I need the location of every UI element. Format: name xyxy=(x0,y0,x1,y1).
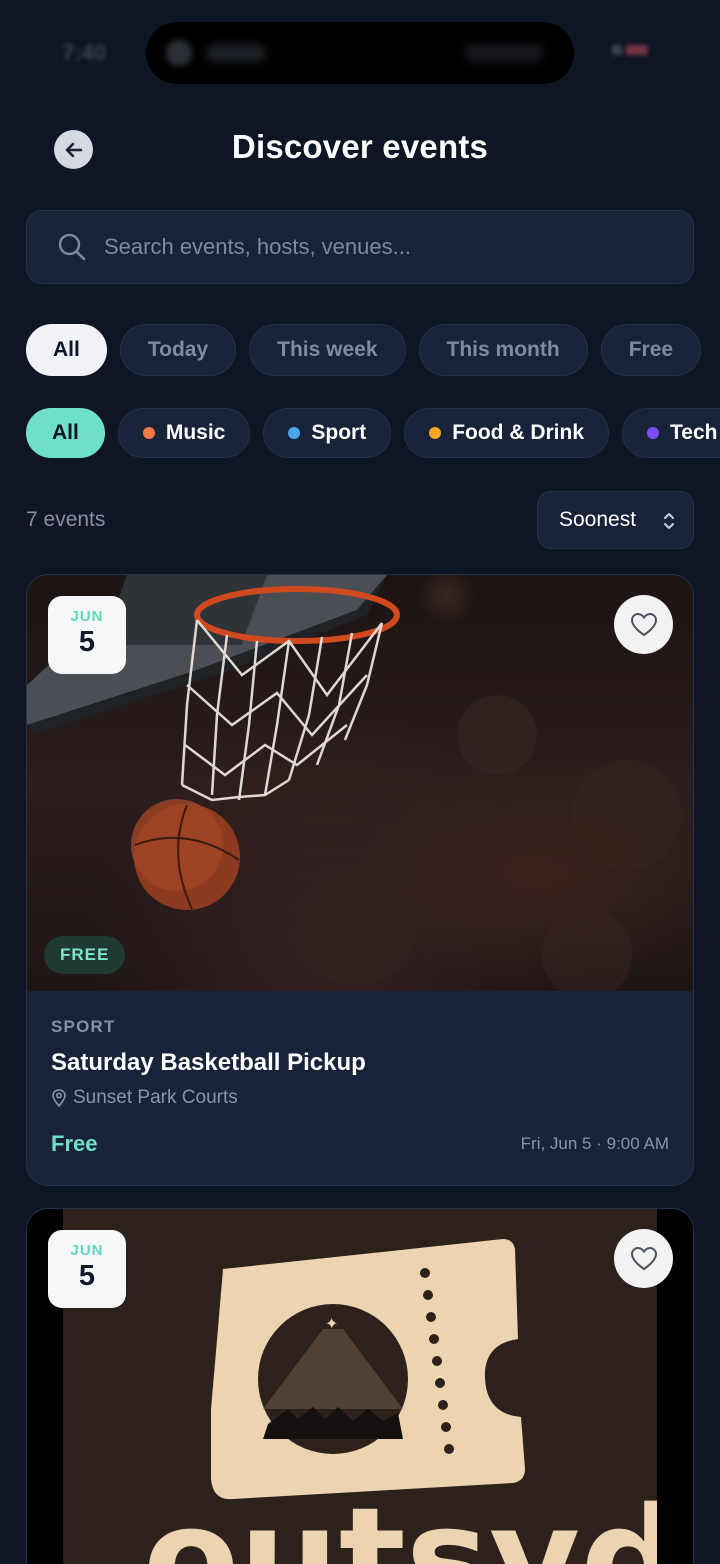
time-chip-all[interactable]: All xyxy=(26,324,107,376)
category-chip-all[interactable]: All xyxy=(26,408,105,458)
tech-dot-icon xyxy=(647,427,660,439)
location-pin-icon xyxy=(51,1089,67,1107)
time-filter-row: All Today This week This month Free xyxy=(26,324,702,376)
basketball-hoop-illustration xyxy=(27,575,682,991)
page-title: Discover events xyxy=(231,128,489,165)
event-image: JUN 5 FREE xyxy=(27,575,693,991)
category-chip-music[interactable]: Music xyxy=(117,408,251,458)
time-chip-free[interactable]: Free xyxy=(600,324,702,376)
date-badge: JUN 5 xyxy=(48,1230,126,1308)
time-chip-this-week[interactable]: This week xyxy=(249,324,406,376)
sort-chevron-icon xyxy=(664,513,674,529)
category-chip-tech[interactable]: Tech xyxy=(622,408,720,458)
svg-text:✦: ✦ xyxy=(325,1314,338,1333)
category-chip-label: Tech xyxy=(670,421,718,444)
dynamic-island xyxy=(146,22,574,84)
event-datetime: Fri, Jun 5 · 9:00 AM xyxy=(520,1134,669,1153)
status-bar: 7:40 xyxy=(0,0,720,100)
category-chip-food-drink[interactable]: Food & Drink xyxy=(404,408,610,458)
date-month: JUN xyxy=(70,1242,104,1259)
date-day: 5 xyxy=(78,626,96,658)
category-chip-label: Food & Drink xyxy=(452,421,585,444)
island-indicator xyxy=(166,40,192,66)
events-count: 7 events xyxy=(26,508,106,531)
food-drink-dot-icon xyxy=(429,427,442,439)
island-indicator xyxy=(206,44,266,62)
heart-icon xyxy=(630,612,657,636)
event-venue-label: Sunset Park Courts xyxy=(73,1087,238,1108)
outsyd-ticket-logo: ✦ outsyd xyxy=(143,1239,657,1564)
favorite-button[interactable] xyxy=(614,1229,673,1288)
event-image: ✦ outsyd JUN 5 xyxy=(27,1209,693,1564)
event-card-body: SPORT Saturday Basketball Pickup Sunset … xyxy=(27,991,693,1157)
status-indicators xyxy=(612,42,668,60)
time-chip-today[interactable]: Today xyxy=(119,324,237,376)
search-input[interactable]: Search events, hosts, venues... xyxy=(26,210,694,284)
category-chip-label: Sport xyxy=(311,421,367,444)
date-badge: JUN 5 xyxy=(48,596,126,674)
music-dot-icon xyxy=(142,427,155,439)
search-placeholder: Search events, hosts, venues... xyxy=(104,234,411,259)
date-month: JUN xyxy=(70,608,104,625)
sport-dot-icon xyxy=(288,427,301,439)
category-chip-label: Music xyxy=(165,421,226,444)
event-title: Saturday Basketball Pickup xyxy=(51,1049,366,1076)
sort-label: Soonest xyxy=(559,508,637,531)
category-chip-sport[interactable]: Sport xyxy=(263,408,392,458)
outsyd-logo-backdrop: ✦ outsyd xyxy=(63,1209,657,1564)
free-badge: FREE xyxy=(44,936,126,974)
date-day: 5 xyxy=(78,1260,96,1292)
status-time: 7:40 xyxy=(62,40,107,65)
event-venue: Sunset Park Courts xyxy=(51,1087,669,1109)
island-indicator xyxy=(464,44,544,62)
time-chip-this-month[interactable]: This month xyxy=(418,324,588,376)
event-card[interactable]: JUN 5 FREE SPORT Saturday Basketball Pic… xyxy=(26,574,694,1186)
heart-icon xyxy=(630,1246,657,1270)
sort-dropdown[interactable]: Soonest xyxy=(537,491,694,549)
favorite-button[interactable] xyxy=(614,595,673,654)
search-icon xyxy=(57,232,87,262)
category-filter-row: All Music Sport Food & Drink Tech xyxy=(26,408,720,458)
outsyd-wordmark: outsyd xyxy=(143,1478,657,1564)
event-card[interactable]: ✦ outsyd JUN 5 xyxy=(26,1208,694,1564)
event-footer: Free Fri, Jun 5 · 9:00 AM xyxy=(51,1131,669,1157)
event-price: Free xyxy=(51,1131,98,1156)
event-category: SPORT xyxy=(51,1017,116,1036)
